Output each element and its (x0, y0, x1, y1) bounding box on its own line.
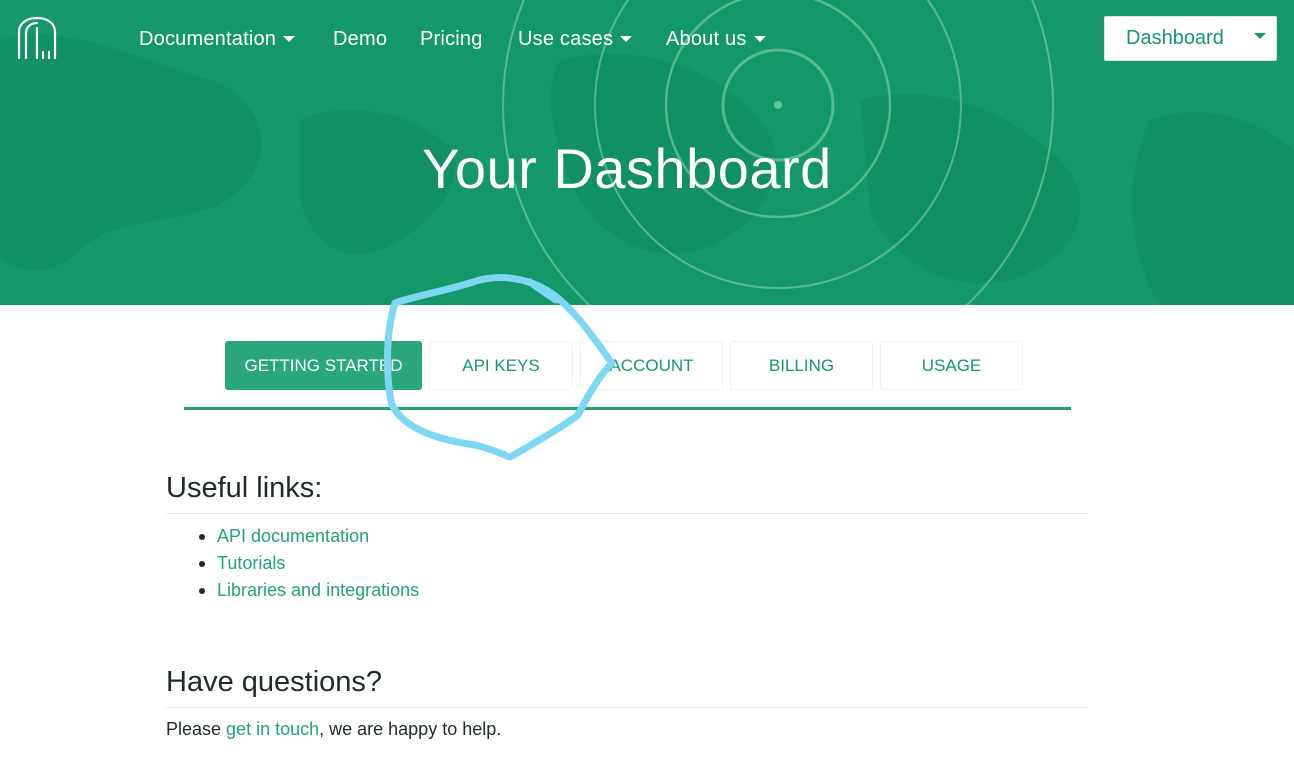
useful-links-list: API documentation Tutorials Libraries an… (166, 524, 419, 605)
hero-banner: Documentation Demo Pricing Use cases Abo… (0, 0, 1294, 305)
nav-use-cases-label: Use cases (518, 27, 614, 50)
tab-underline (184, 407, 1071, 410)
have-questions-heading: Have questions? (166, 666, 383, 698)
tab-getting-started[interactable]: GETTING STARTED (225, 341, 422, 390)
nav-documentation-label: Documentation (139, 27, 277, 50)
nav-about-us[interactable]: About us (666, 24, 766, 54)
list-item: API documentation (166, 524, 419, 551)
tab-getting-started-label: GETTING STARTED (244, 355, 403, 375)
tab-usage[interactable]: USAGE (880, 341, 1023, 390)
help-text-after: , we are happy to help. (319, 719, 502, 739)
dashboard-dropdown-button[interactable]: Dashboard (1104, 16, 1277, 61)
nav-pricing[interactable]: Pricing (420, 24, 483, 54)
useful-links-divider (166, 513, 1088, 514)
useful-links-heading: Useful links: (166, 472, 323, 504)
nav-use-cases[interactable]: Use cases (518, 24, 633, 54)
tab-account-label: ACCOUNT (609, 355, 694, 375)
tab-usage-label: USAGE (921, 355, 982, 375)
dashboard-button-label: Dashboard (1126, 27, 1224, 49)
nav-demo[interactable]: Demo (333, 24, 387, 54)
chevron-down-icon (283, 36, 296, 42)
top-navigation: Documentation Demo Pricing Use cases Abo… (0, 0, 1294, 76)
tab-billing[interactable]: BILLING (730, 341, 873, 390)
chevron-down-icon (1254, 33, 1266, 39)
nav-demo-label: Demo (333, 27, 388, 50)
list-item: Tutorials (166, 551, 419, 578)
chevron-down-icon (753, 36, 766, 42)
list-item: Libraries and integrations (166, 578, 419, 605)
tab-api-keys[interactable]: API KEYS (429, 341, 573, 390)
tab-account[interactable]: ACCOUNT (580, 341, 723, 390)
bullet-icon (199, 534, 205, 540)
libraries-integrations-link[interactable]: Libraries and integrations (217, 580, 419, 600)
bullet-icon (199, 561, 205, 567)
nav-documentation[interactable]: Documentation (139, 24, 296, 54)
chevron-down-icon (620, 36, 633, 42)
nav-pricing-label: Pricing (420, 27, 483, 50)
help-text: Please get in touch, we are happy to hel… (166, 719, 501, 740)
nav-about-us-label: About us (666, 27, 747, 50)
bullet-icon (199, 588, 205, 594)
page-title: Your Dashboard (422, 137, 832, 200)
tutorials-link[interactable]: Tutorials (217, 553, 285, 573)
tab-billing-label: BILLING (768, 355, 835, 375)
have-questions-divider (166, 707, 1088, 708)
api-documentation-link[interactable]: API documentation (217, 526, 369, 546)
help-text-before: Please (166, 719, 227, 739)
get-in-touch-link[interactable]: get in touch (226, 719, 319, 739)
tab-api-keys-label: API KEYS (462, 355, 540, 375)
